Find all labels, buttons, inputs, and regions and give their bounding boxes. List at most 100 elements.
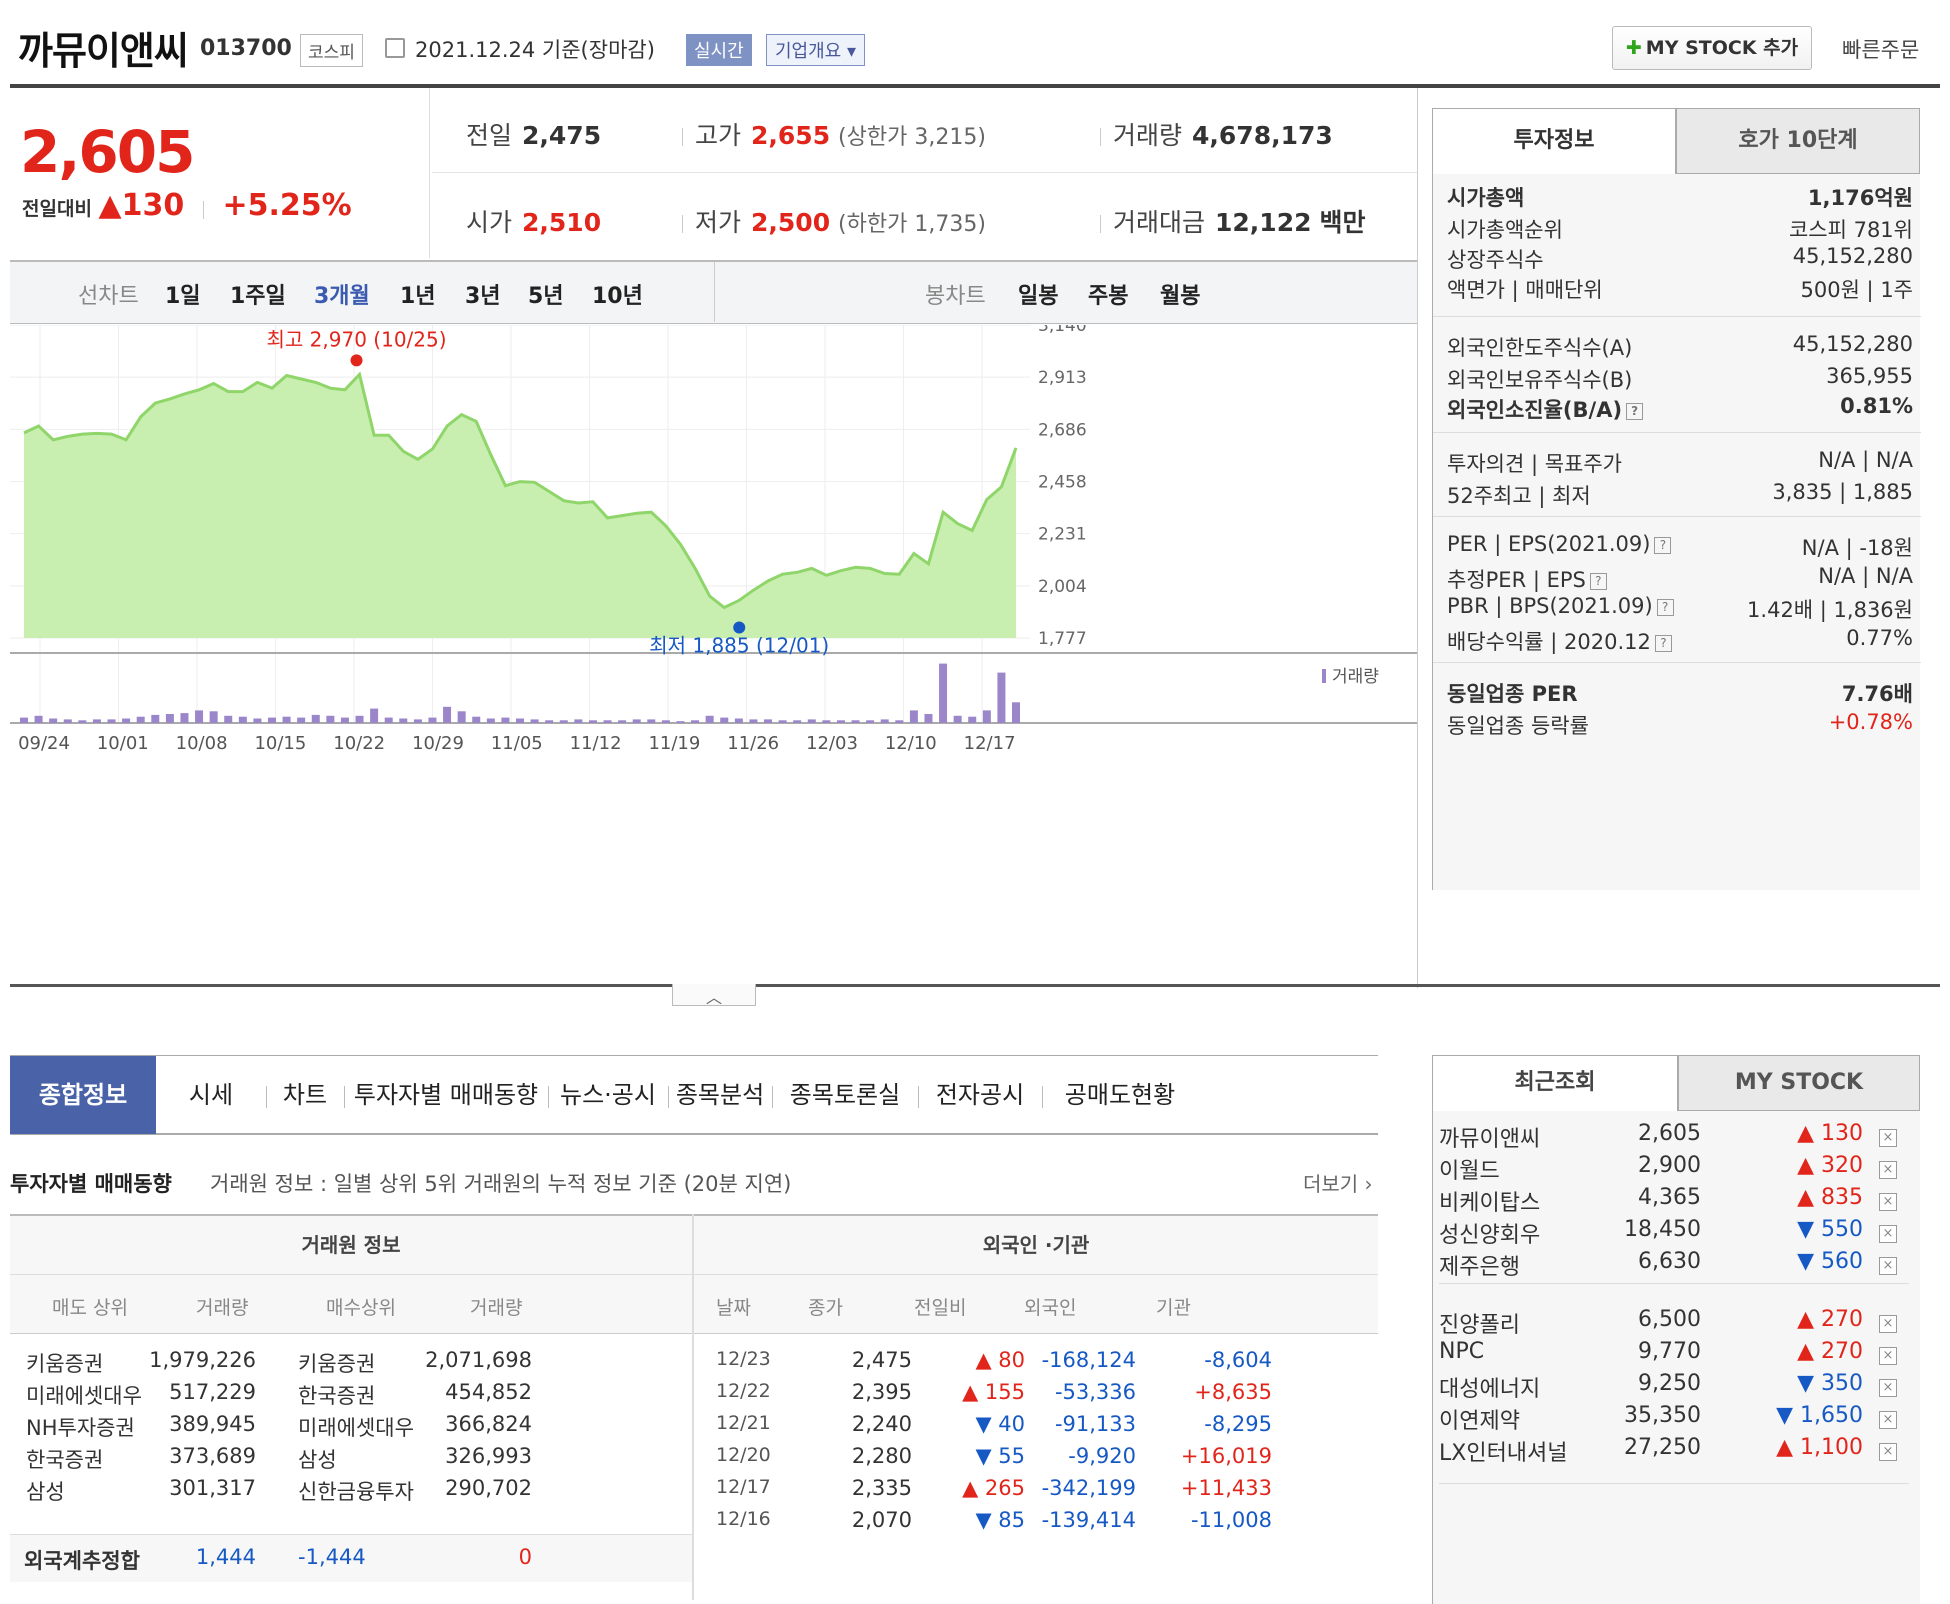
- invest-label[interactable]: 시가총액순위: [1447, 214, 1563, 244]
- period-1w[interactable]: 1주일: [230, 278, 286, 310]
- recent-stock-name[interactable]: 성신양회우: [1439, 1217, 1540, 1249]
- foreign-net: -53,336: [1054, 1380, 1136, 1404]
- trade-amount: 거래대금 12,122 백만: [1100, 203, 1365, 239]
- help-icon[interactable]: ?: [1654, 536, 1672, 554]
- period-1y[interactable]: 1년: [400, 278, 436, 310]
- tab-invest-info[interactable]: 투자정보: [1432, 108, 1676, 174]
- tab-2[interactable]: 시세: [156, 1056, 266, 1134]
- x-tick-label: 10/08: [176, 733, 228, 754]
- volume-bar: [982, 710, 991, 723]
- invest-label: 배당수익률 | 2020.12?: [1447, 626, 1672, 656]
- invest-value: N/A | N/A: [1818, 448, 1913, 472]
- remove-icon[interactable]: ×: [1879, 1129, 1897, 1147]
- recent-stock-name[interactable]: NPC: [1439, 1339, 1484, 1364]
- tab-8[interactable]: 전자공시: [918, 1056, 1042, 1134]
- buyer-name: 삼성: [298, 1448, 337, 1472]
- remove-icon[interactable]: ×: [1879, 1443, 1897, 1461]
- tab-1[interactable]: 종합정보: [10, 1056, 156, 1134]
- recent-item[interactable]: LX인터내셔널 27,250 ▲ 1,100 ×: [1439, 1435, 1909, 1475]
- period-1d[interactable]: 1일: [165, 278, 201, 310]
- candle-monthly[interactable]: 월봉: [1160, 278, 1200, 310]
- open-price: 시가 2,510: [466, 208, 602, 237]
- seller-name: 미래에셋대우: [26, 1384, 142, 1408]
- recent-stock-name[interactable]: 까뮤이앤씨: [1439, 1121, 1540, 1153]
- volume-bar: [793, 720, 802, 723]
- invest-info-body: 시가총액 1,176억원 시가총액순위 코스피 781위 상장주식수 45,152,280…: [1432, 174, 1921, 890]
- recent-stock-name[interactable]: 제주은행: [1439, 1249, 1520, 1281]
- volume-bar: [49, 718, 58, 723]
- period-5y[interactable]: 5년: [528, 278, 564, 310]
- tab-6[interactable]: 종목분석: [668, 1056, 772, 1134]
- foreign-buy-total: -1,444: [298, 1545, 366, 1569]
- collapse-handle[interactable]: ︿: [672, 984, 756, 1007]
- invest-label[interactable]: 동일업종 PER: [1447, 678, 1578, 708]
- volume-bar: [778, 720, 787, 723]
- recent-stock-name[interactable]: LX인터내셔널: [1439, 1435, 1568, 1467]
- remove-icon[interactable]: ×: [1879, 1193, 1897, 1211]
- tab-divider: [772, 1086, 773, 1108]
- help-icon[interactable]: ?: [1626, 402, 1644, 420]
- price-diff: ▼ 55: [975, 1444, 1025, 1468]
- remove-icon[interactable]: ×: [1879, 1411, 1897, 1429]
- invest-value: 0.77%: [1846, 626, 1913, 650]
- tab-7[interactable]: 종목토론실: [772, 1056, 918, 1134]
- volume-bar: [720, 717, 729, 723]
- tab-divider: [668, 1086, 669, 1108]
- volume-bar: [661, 720, 670, 723]
- tab-mystock[interactable]: MY STOCK: [1678, 1055, 1920, 1111]
- base-date: 2021.12.24 기준(장마감): [415, 38, 655, 62]
- recent-stock-name[interactable]: 비케이탑스: [1439, 1185, 1540, 1217]
- recent-stock-name[interactable]: 대성에너지: [1439, 1371, 1540, 1403]
- volume-bar: [486, 718, 495, 723]
- realtime-button[interactable]: 실시간: [686, 34, 752, 66]
- y-tick-label: 1,777: [1038, 629, 1087, 649]
- close-price: 2,475: [851, 1348, 912, 1372]
- invest-label: 추정PER | EPS?: [1447, 564, 1607, 594]
- company-overview-dropdown[interactable]: 기업개요 ▾: [766, 34, 865, 66]
- candle-daily[interactable]: 일봉: [1018, 278, 1058, 310]
- diff-value: ▲130: [98, 188, 185, 223]
- volume-bar: [501, 717, 510, 723]
- invest-label: 외국인보유주식수(B): [1447, 368, 1633, 392]
- invest-label[interactable]: 동일업종 등락률: [1447, 710, 1589, 740]
- remove-icon[interactable]: ×: [1879, 1161, 1897, 1179]
- invest-label: PBR | BPS(2021.09)?: [1447, 594, 1674, 618]
- invest-value: 3,835 | 1,885: [1772, 480, 1913, 504]
- recent-stock-name[interactable]: 이월드: [1439, 1153, 1500, 1185]
- tab-3[interactable]: 차트: [266, 1056, 344, 1134]
- chevron-up-icon: ︿: [705, 988, 722, 1007]
- invest-row: 추정PER | EPS? N/A | N/A: [1447, 564, 1913, 594]
- column-header: 전일비: [914, 1297, 967, 1319]
- tab-5[interactable]: 뉴스·공시: [548, 1056, 668, 1134]
- volume-bar: [282, 716, 291, 723]
- tab-recent[interactable]: 최근조회: [1432, 1055, 1678, 1111]
- volume-bar: [151, 714, 160, 723]
- tab-9[interactable]: 공매도현황: [1042, 1056, 1198, 1134]
- tab-4[interactable]: 투자자별 매매동향: [344, 1056, 548, 1134]
- period-3m[interactable]: 3개월: [314, 278, 370, 310]
- remove-icon[interactable]: ×: [1879, 1257, 1897, 1275]
- more-link[interactable]: 더보기 ›: [1303, 1168, 1373, 1197]
- recent-price: 18,450: [1624, 1217, 1701, 1242]
- recent-stock-name[interactable]: 이연제약: [1439, 1403, 1520, 1435]
- help-icon[interactable]: ?: [1656, 598, 1674, 616]
- add-mystock-button[interactable]: ✚ MY STOCK 추가: [1612, 26, 1812, 70]
- price-chart: 3,140 2,913 2,686 2,458 2,231 2,004 1,777 09/2…: [10, 325, 1417, 754]
- remove-icon[interactable]: ×: [1879, 1347, 1897, 1365]
- remove-icon[interactable]: ×: [1879, 1379, 1897, 1397]
- remove-icon[interactable]: ×: [1879, 1225, 1897, 1243]
- invest-row: 액면가 | 매매단위 500원 | 1주: [1447, 274, 1913, 304]
- divider: [1433, 662, 1921, 663]
- volume-bar: [370, 708, 379, 723]
- remove-icon[interactable]: ×: [1879, 1315, 1897, 1333]
- period-3y[interactable]: 3년: [465, 278, 501, 310]
- help-icon[interactable]: ?: [1589, 572, 1607, 590]
- volume-bar: [822, 720, 831, 723]
- recent-stock-name[interactable]: 진양폴리: [1439, 1307, 1520, 1339]
- help-icon[interactable]: ?: [1654, 634, 1672, 652]
- x-tick-label: 11/05: [491, 733, 543, 754]
- period-10y[interactable]: 10년: [592, 278, 643, 310]
- tab-orderbook[interactable]: 호가 10단계: [1676, 108, 1920, 174]
- fast-order-link[interactable]: 빠른주문: [1842, 34, 1919, 64]
- candle-weekly[interactable]: 주봉: [1088, 278, 1128, 310]
